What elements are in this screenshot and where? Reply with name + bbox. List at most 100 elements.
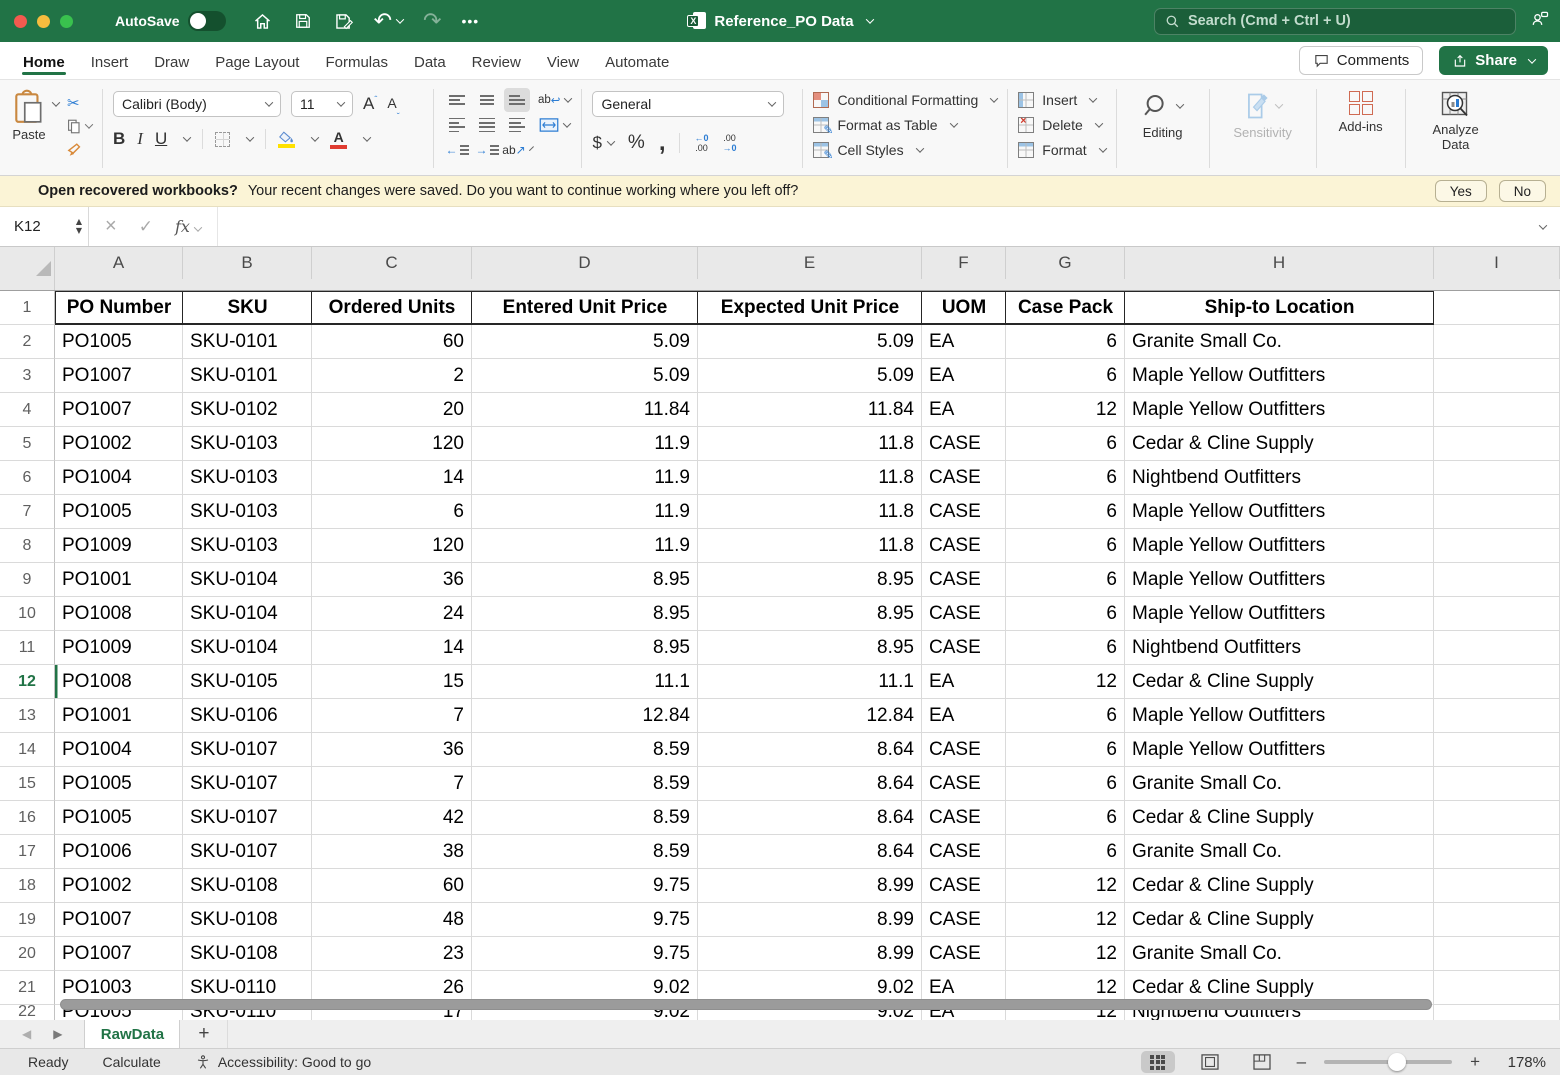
cell-I6[interactable]: [1434, 461, 1560, 495]
cell-A2[interactable]: PO1005: [55, 325, 183, 359]
cell-C10[interactable]: 24: [312, 597, 472, 631]
cell-D7[interactable]: 11.9: [472, 495, 698, 529]
cell-B14[interactable]: SKU-0107: [183, 733, 312, 767]
cell-I7[interactable]: [1434, 495, 1560, 529]
cell-F20[interactable]: CASE: [922, 937, 1006, 971]
col-header-B[interactable]: B: [183, 247, 312, 279]
cell-D10[interactable]: 8.95: [472, 597, 698, 631]
page-break-preview-button[interactable]: [1245, 1051, 1279, 1073]
cell-C2[interactable]: 60: [312, 325, 472, 359]
horizontal-scrollbar[interactable]: [60, 999, 1432, 1010]
bold-button[interactable]: B: [113, 129, 125, 149]
decrease-indent-button[interactable]: ←: [444, 138, 470, 162]
fill-color-button[interactable]: [278, 131, 295, 148]
cell-G10[interactable]: 6: [1006, 597, 1125, 631]
cell-F2[interactable]: EA: [922, 325, 1006, 359]
comments-button[interactable]: Comments: [1299, 46, 1424, 75]
row-header-1[interactable]: 1: [0, 291, 55, 325]
cell-A19[interactable]: PO1007: [55, 903, 183, 937]
increase-indent-button[interactable]: →: [474, 138, 500, 162]
cell-A16[interactable]: PO1005: [55, 801, 183, 835]
cell-B20[interactable]: SKU-0108: [183, 937, 312, 971]
cell-F13[interactable]: EA: [922, 699, 1006, 733]
comma-format-button[interactable]: ,: [659, 129, 666, 157]
cancel-icon[interactable]: ×: [105, 215, 117, 238]
increase-decimal-button[interactable]: .00→0: [723, 133, 737, 154]
cell-E18[interactable]: 8.99: [698, 869, 922, 903]
cell-B17[interactable]: SKU-0107: [183, 835, 312, 869]
cell-E3[interactable]: 5.09: [698, 359, 922, 393]
cell-F6[interactable]: CASE: [922, 461, 1006, 495]
row-header-15[interactable]: 15: [0, 767, 55, 801]
cell-D4[interactable]: 11.84: [472, 393, 698, 427]
cell-H8[interactable]: Maple Yellow Outfitters: [1125, 529, 1434, 563]
sheet-tab-rawdata[interactable]: RawData: [84, 1020, 180, 1048]
font-name-select[interactable]: Calibri (Body): [113, 91, 281, 117]
cell-F19[interactable]: CASE: [922, 903, 1006, 937]
decrease-decimal-button[interactable]: ←0.00: [694, 133, 708, 154]
undo-button[interactable]: ↶: [374, 9, 403, 34]
cell-F9[interactable]: CASE: [922, 563, 1006, 597]
cell-H5[interactable]: Cedar & Cline Supply: [1125, 427, 1434, 461]
cell-I15[interactable]: [1434, 767, 1560, 801]
cell-H20[interactable]: Granite Small Co.: [1125, 937, 1434, 971]
cell-H16[interactable]: Cedar & Cline Supply: [1125, 801, 1434, 835]
row-header-3[interactable]: 3: [0, 359, 55, 393]
percent-format-button[interactable]: %: [628, 132, 645, 154]
document-title[interactable]: Reference_PO Data: [714, 13, 853, 30]
cell-E6[interactable]: 11.8: [698, 461, 922, 495]
cell-I2[interactable]: [1434, 325, 1560, 359]
cell-G5[interactable]: 6: [1006, 427, 1125, 461]
cell-D18[interactable]: 9.75: [472, 869, 698, 903]
insert-function-icon[interactable]: fx: [175, 217, 201, 237]
cell-C20[interactable]: 23: [312, 937, 472, 971]
cell-C13[interactable]: 7: [312, 699, 472, 733]
cell-B5[interactable]: SKU-0103: [183, 427, 312, 461]
cell-H9[interactable]: Maple Yellow Outfitters: [1125, 563, 1434, 597]
more-commands-icon[interactable]: •••: [461, 13, 479, 29]
tab-view[interactable]: View: [534, 45, 592, 77]
accessibility-status[interactable]: Accessibility: Good to go: [195, 1054, 371, 1070]
cell-I8[interactable]: [1434, 529, 1560, 563]
calculate-status[interactable]: Calculate: [102, 1054, 160, 1070]
row-header-10[interactable]: 10: [0, 597, 55, 631]
cell-H1[interactable]: Ship-to Location: [1125, 291, 1434, 325]
cell-D9[interactable]: 8.95: [472, 563, 698, 597]
cell-I4[interactable]: [1434, 393, 1560, 427]
cell-A17[interactable]: PO1006: [55, 835, 183, 869]
sensitivity-button[interactable]: Sensitivity: [1220, 85, 1306, 172]
col-header-H[interactable]: H: [1125, 247, 1434, 279]
home-icon[interactable]: [252, 11, 273, 32]
cell-I11[interactable]: [1434, 631, 1560, 665]
cell-H18[interactable]: Cedar & Cline Supply: [1125, 869, 1434, 903]
cell-G8[interactable]: 6: [1006, 529, 1125, 563]
fill-color-chevron-icon[interactable]: [311, 133, 319, 141]
cell-B6[interactable]: SKU-0103: [183, 461, 312, 495]
cell-H12[interactable]: Cedar & Cline Supply: [1125, 665, 1434, 699]
cell-E16[interactable]: 8.64: [698, 801, 922, 835]
cell-E9[interactable]: 8.95: [698, 563, 922, 597]
cell-H10[interactable]: Maple Yellow Outfitters: [1125, 597, 1434, 631]
number-format-select[interactable]: General: [592, 91, 784, 117]
cell-G17[interactable]: 6: [1006, 835, 1125, 869]
cut-button[interactable]: ✂: [67, 95, 92, 111]
cell-D2[interactable]: 5.09: [472, 325, 698, 359]
cell-I10[interactable]: [1434, 597, 1560, 631]
cell-A10[interactable]: PO1008: [55, 597, 183, 631]
cell-G20[interactable]: 12: [1006, 937, 1125, 971]
cell-A18[interactable]: PO1002: [55, 869, 183, 903]
cell-B2[interactable]: SKU-0101: [183, 325, 312, 359]
cell-C17[interactable]: 38: [312, 835, 472, 869]
analyze-data-button[interactable]: AnalyzeData: [1416, 85, 1496, 172]
cell-A11[interactable]: PO1009: [55, 631, 183, 665]
formula-bar-expand-chevron-icon[interactable]: [1535, 207, 1560, 246]
row-header-18[interactable]: 18: [0, 869, 55, 903]
share-button[interactable]: Share: [1439, 46, 1548, 75]
align-top-button[interactable]: [444, 88, 470, 112]
minimize-window-button[interactable]: [37, 15, 50, 28]
cell-C14[interactable]: 36: [312, 733, 472, 767]
cell-G18[interactable]: 12: [1006, 869, 1125, 903]
cell-B7[interactable]: SKU-0103: [183, 495, 312, 529]
editing-group[interactable]: Editing: [1127, 85, 1199, 172]
cell-H14[interactable]: Maple Yellow Outfitters: [1125, 733, 1434, 767]
